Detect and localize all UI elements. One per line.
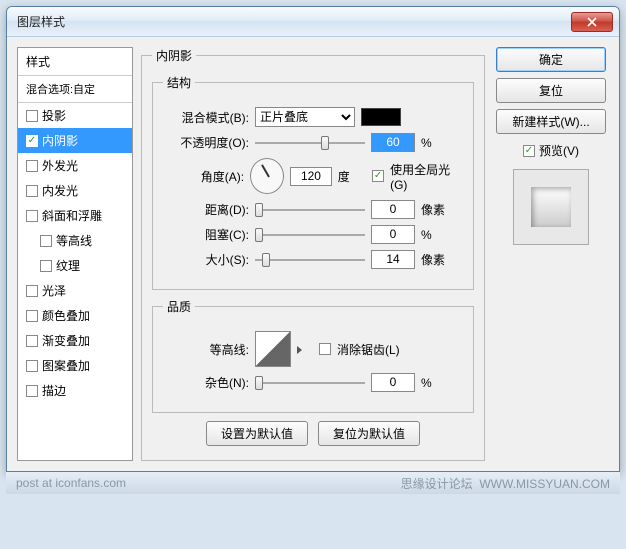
titlebar: 图层样式	[7, 7, 619, 37]
global-light-label: 使用全局光(G)	[390, 161, 463, 192]
ok-button[interactable]: 确定	[496, 47, 606, 72]
dialog-content: 样式 混合选项:自定 投影内阴影外发光内发光斜面和浮雕等高线纹理光泽颜色叠加渐变…	[7, 37, 619, 471]
size-label: 大小(S):	[163, 251, 249, 268]
page-footer: post at iconfans.com 思缘设计论坛 WWW.MISSYUAN…	[6, 472, 620, 494]
sidebar-item-4[interactable]: 斜面和浮雕	[18, 203, 132, 228]
sidebar-item-label: 投影	[42, 107, 66, 124]
sidebar-checkbox[interactable]	[26, 310, 38, 322]
sidebar-item-10[interactable]: 图案叠加	[18, 353, 132, 378]
cancel-button[interactable]: 复位	[496, 78, 606, 103]
window-title: 图层样式	[17, 13, 65, 30]
sidebar-checkbox[interactable]	[40, 260, 52, 272]
structure-legend: 结构	[163, 74, 195, 91]
sidebar-item-8[interactable]: 颜色叠加	[18, 303, 132, 328]
sidebar-checkbox[interactable]	[26, 160, 38, 172]
noise-label: 杂色(N):	[163, 374, 249, 391]
sidebar-item-label: 内发光	[42, 182, 78, 199]
choke-slider[interactable]	[255, 227, 365, 243]
sidebar-checkbox[interactable]	[26, 110, 38, 122]
noise-input[interactable]: 0	[371, 373, 415, 392]
sidebar-item-11[interactable]: 描边	[18, 378, 132, 403]
sidebar-subheader[interactable]: 混合选项:自定	[18, 76, 132, 103]
reset-default-button[interactable]: 复位为默认值	[318, 421, 420, 446]
sidebar-checkbox[interactable]	[26, 135, 38, 147]
inner-shadow-fieldset: 内阴影 结构 混合模式(B): 正片叠底 不透明度(O): 60 %	[141, 47, 485, 461]
styles-sidebar: 样式 混合选项:自定 投影内阴影外发光内发光斜面和浮雕等高线纹理光泽颜色叠加渐变…	[17, 47, 133, 461]
sidebar-item-label: 内阴影	[42, 132, 78, 149]
window-buttons	[571, 12, 613, 32]
antialias-label: 消除锯齿(L)	[337, 341, 400, 358]
sidebar-checkbox[interactable]	[40, 235, 52, 247]
right-panel: 确定 复位 新建样式(W)... 预览(V)	[493, 47, 609, 461]
shadow-color-swatch[interactable]	[361, 108, 401, 126]
opacity-slider[interactable]	[255, 135, 365, 151]
settings-panel: 内阴影 结构 混合模式(B): 正片叠底 不透明度(O): 60 %	[141, 47, 485, 461]
dialog-window: 图层样式 样式 混合选项:自定 投影内阴影外发光内发光斜面和浮雕等高线纹理光泽颜…	[6, 6, 620, 472]
angle-unit: 度	[338, 168, 366, 185]
angle-label: 角度(A):	[163, 168, 244, 185]
sidebar-checkbox[interactable]	[26, 385, 38, 397]
close-icon	[587, 17, 597, 27]
opacity-unit: %	[421, 136, 451, 150]
distance-input[interactable]: 0	[371, 200, 415, 219]
distance-unit: 像素	[421, 201, 451, 218]
global-light-checkbox[interactable]	[372, 170, 384, 182]
angle-input[interactable]: 120	[290, 167, 332, 186]
opacity-label: 不透明度(O):	[163, 134, 249, 151]
sidebar-item-label: 外发光	[42, 157, 78, 174]
sidebar-item-2[interactable]: 外发光	[18, 153, 132, 178]
noise-slider[interactable]	[255, 375, 365, 391]
choke-input[interactable]: 0	[371, 225, 415, 244]
sidebar-item-label: 光泽	[42, 282, 66, 299]
sidebar-checkbox[interactable]	[26, 335, 38, 347]
choke-unit: %	[421, 228, 451, 242]
contour-picker[interactable]	[255, 331, 291, 367]
noise-unit: %	[421, 376, 451, 390]
size-input[interactable]: 14	[371, 250, 415, 269]
sidebar-item-label: 图案叠加	[42, 357, 90, 374]
sidebar-item-5[interactable]: 等高线	[18, 228, 132, 253]
distance-slider[interactable]	[255, 202, 365, 218]
sidebar-item-label: 等高线	[56, 232, 92, 249]
opacity-input[interactable]: 60	[371, 133, 415, 152]
size-unit: 像素	[421, 251, 451, 268]
close-button[interactable]	[571, 12, 613, 32]
choke-label: 阻塞(C):	[163, 226, 249, 243]
sidebar-header[interactable]: 样式	[18, 48, 132, 76]
panel-title: 内阴影	[152, 47, 196, 64]
quality-legend: 品质	[163, 298, 195, 315]
new-style-button[interactable]: 新建样式(W)...	[496, 109, 606, 134]
contour-label: 等高线:	[163, 341, 249, 358]
sidebar-checkbox[interactable]	[26, 210, 38, 222]
sidebar-checkbox[interactable]	[26, 360, 38, 372]
footer-left: post at iconfans.com	[16, 476, 126, 490]
sidebar-item-label: 描边	[42, 382, 66, 399]
preview-label: 预览(V)	[539, 142, 579, 159]
antialias-checkbox[interactable]	[319, 343, 331, 355]
sidebar-checkbox[interactable]	[26, 185, 38, 197]
quality-fieldset: 品质 等高线: 消除锯齿(L) 杂色(N): 0 %	[152, 298, 474, 413]
sidebar-item-6[interactable]: 纹理	[18, 253, 132, 278]
preview-checkbox[interactable]	[523, 145, 535, 157]
distance-label: 距离(D):	[163, 201, 249, 218]
structure-fieldset: 结构 混合模式(B): 正片叠底 不透明度(O): 60 % 角度(A):	[152, 74, 474, 290]
sidebar-item-label: 斜面和浮雕	[42, 207, 102, 224]
angle-dial[interactable]	[250, 158, 284, 194]
preview-swatch	[531, 187, 571, 227]
sidebar-item-1[interactable]: 内阴影	[18, 128, 132, 153]
sidebar-item-label: 纹理	[56, 257, 80, 274]
sidebar-checkbox[interactable]	[26, 285, 38, 297]
size-slider[interactable]	[255, 252, 365, 268]
sidebar-item-7[interactable]: 光泽	[18, 278, 132, 303]
sidebar-item-9[interactable]: 渐变叠加	[18, 328, 132, 353]
sidebar-item-label: 颜色叠加	[42, 307, 90, 324]
sidebar-item-label: 渐变叠加	[42, 332, 90, 349]
sidebar-item-3[interactable]: 内发光	[18, 178, 132, 203]
preview-box	[513, 169, 589, 245]
blend-mode-label: 混合模式(B):	[163, 109, 249, 126]
set-default-button[interactable]: 设置为默认值	[206, 421, 308, 446]
sidebar-item-0[interactable]: 投影	[18, 103, 132, 128]
blend-mode-select[interactable]: 正片叠底	[255, 107, 355, 127]
